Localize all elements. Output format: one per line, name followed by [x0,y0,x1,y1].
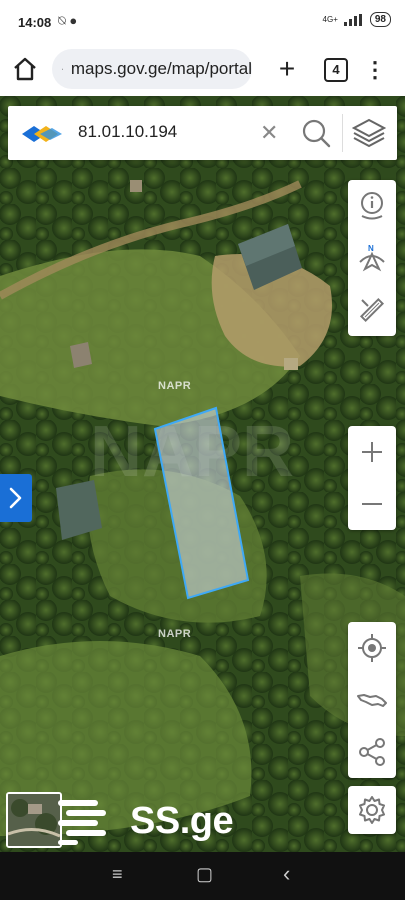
zoom-controls [348,426,396,530]
share-button[interactable] [348,726,396,778]
satellite-imagery: NAPR [0,96,405,852]
clear-search-button[interactable]: ✕ [260,120,278,146]
georgia-map-icon [357,694,387,707]
browser-toolbar: maps.gov.ge/map/portal + 4 ⋮ [0,44,405,96]
signal-icon [343,13,362,26]
ssge-brand-text: SS.ge [130,799,234,842]
url-text: maps.gov.ge/map/portal [70,59,252,78]
browser-menu-button[interactable]: ⋮ [364,56,386,84]
identify-button[interactable] [348,180,396,232]
map-view[interactable]: NAPR 81.01.10.194 ✕ [0,96,405,852]
zoom-out-button[interactable] [348,478,396,530]
ssge-logo-icon [58,800,106,845]
location-tools-panel [348,622,396,778]
my-location-button[interactable] [348,622,396,674]
layers-icon[interactable] [352,118,386,148]
system-navigation-bar: ≡ ▢ ‹ [0,852,405,900]
zoom-in-button[interactable] [348,426,396,478]
napr-logo-icon [22,126,62,142]
settings-button[interactable] [348,786,396,834]
basemap-preview [8,794,60,846]
map-tools-panel: N [348,180,396,336]
cadastral-search-box: 81.01.10.194 ✕ [8,106,397,160]
compass-north-icon: N [359,244,385,272]
expand-side-panel-button[interactable] [0,474,32,522]
compass-button[interactable]: N [348,232,396,284]
signal-type: 4G+ [322,15,338,24]
zoom-out-icon [362,503,382,505]
recent-apps-button[interactable]: ≡ [112,864,123,885]
notification-icons: ⍉ ● [58,13,78,28]
measure-button[interactable] [348,284,396,336]
zoom-in-icon [362,442,382,462]
status-bar: 14:08 ⍉ ● 4G+ 98 [0,0,405,44]
battery-indicator: 98 [369,12,391,27]
map-label-napr: NAPR [158,380,192,392]
info-location-icon [361,192,383,220]
status-time: 14:08 [18,15,52,30]
ssge-watermark: SS.ge [54,796,234,846]
chevron-right-icon [9,487,22,509]
settings-gear-icon [359,796,385,824]
search-divider [342,114,343,152]
home-icon[interactable] [12,56,38,82]
svg-text:N: N [368,244,374,253]
map-label-napr: NAPR [158,628,192,640]
share-icon [359,738,385,766]
my-location-icon [358,634,386,662]
address-bar[interactable]: maps.gov.ge/map/portal [52,49,252,89]
home-button[interactable]: ▢ [196,864,213,885]
full-extent-button[interactable] [348,674,396,726]
back-button[interactable]: ‹ [283,861,290,887]
measure-ruler-icon [359,297,385,323]
search-input[interactable]: 81.01.10.194 [78,122,177,142]
tab-switcher-button[interactable]: 4 [324,58,348,82]
new-tab-button[interactable]: + [274,54,300,84]
lock-icon [62,68,63,70]
search-icon[interactable] [301,118,331,148]
